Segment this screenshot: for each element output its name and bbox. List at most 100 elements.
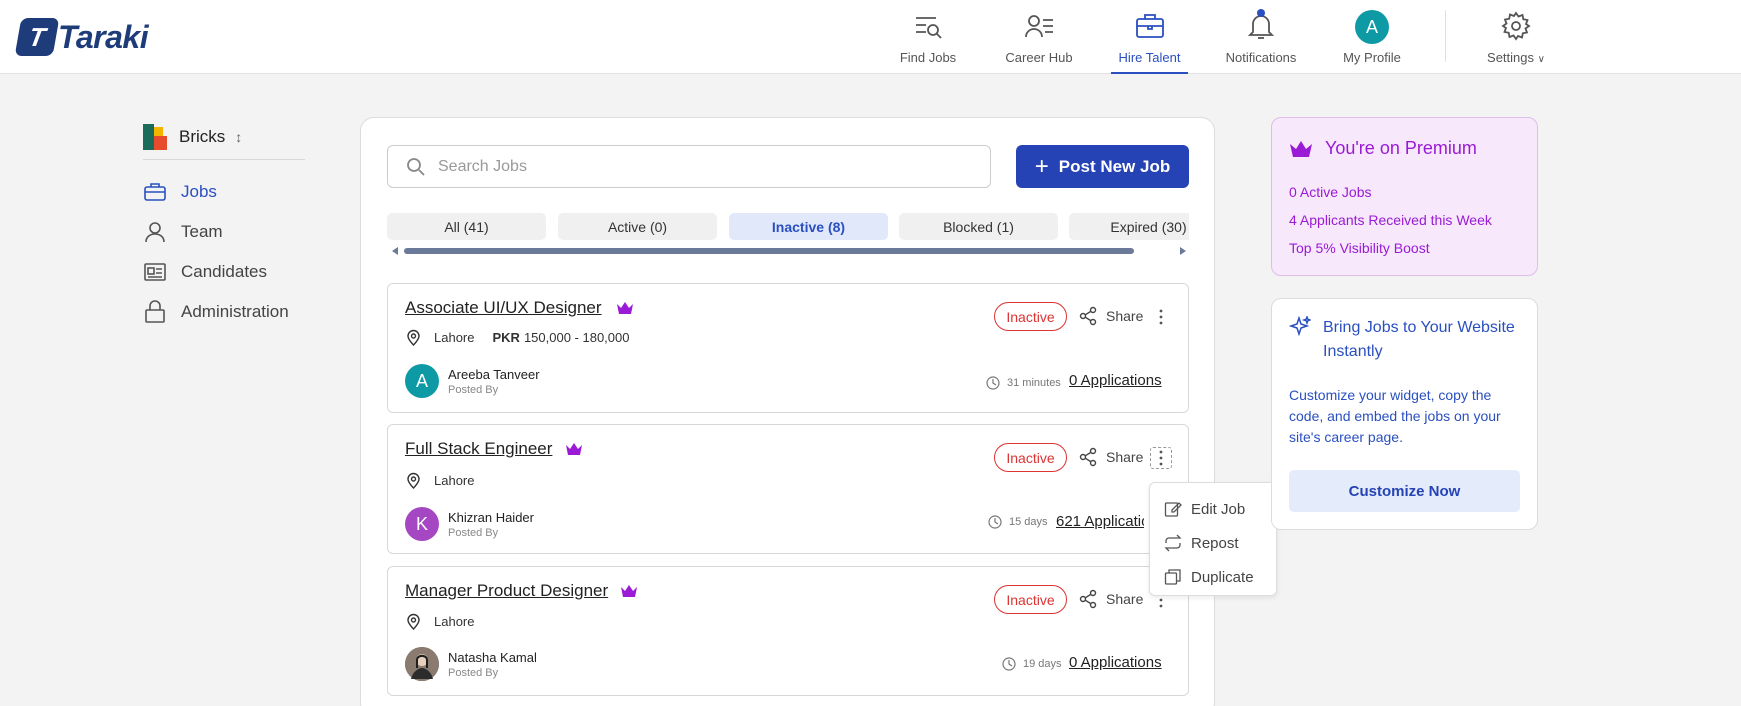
poster-sub: Posted By	[448, 526, 499, 539]
tab-expired[interactable]: Expired (30)	[1069, 213, 1189, 240]
share-button[interactable]: Share	[1078, 306, 1143, 326]
job-card[interactable]: Full Stack Engineer Lahore K Khizran Hai…	[387, 424, 1189, 554]
customize-now-button[interactable]: Customize Now	[1289, 470, 1520, 512]
job-card[interactable]: Manager Product Designer Lahore Natasha …	[387, 566, 1189, 696]
location-pin-icon	[407, 613, 420, 630]
job-location: Lahore	[405, 472, 474, 489]
status-badge: Inactive	[994, 302, 1067, 331]
taraki-logo[interactable]: T Taraki	[14, 18, 149, 56]
logo-text: Taraki	[58, 18, 149, 55]
status-badge: Inactive	[994, 443, 1067, 472]
briefcase-icon	[1135, 14, 1164, 38]
nav-label: Notifications	[1225, 50, 1297, 65]
avatar: K	[405, 507, 439, 541]
premium-stat: 0 Active Jobs	[1289, 184, 1372, 200]
menu-item-edit-job[interactable]: Edit Job	[1150, 492, 1276, 526]
org-name: Bricks	[179, 126, 226, 146]
nav-my-profile[interactable]: A My Profile	[1340, 0, 1404, 74]
avatar: A	[405, 364, 439, 398]
profile-avatar: A	[1355, 10, 1389, 44]
crown-icon	[621, 585, 637, 597]
share-button[interactable]: Share	[1078, 589, 1143, 609]
scrollbar-thumb[interactable]	[404, 248, 1134, 254]
sidebar-item-jobs[interactable]: Jobs	[143, 172, 305, 212]
crown-icon	[1290, 140, 1312, 157]
posted-time: 19 days	[1002, 657, 1062, 671]
poster-name: Natasha Kamal	[448, 649, 537, 665]
briefcase-icon	[144, 183, 166, 201]
nav-hire-talent[interactable]: Hire Talent	[1111, 0, 1188, 74]
applications-link[interactable]: 0 Applications	[1069, 654, 1162, 671]
tab-all[interactable]: All (41)	[387, 213, 546, 240]
tabs-scrollbar[interactable]	[387, 245, 1189, 255]
scroll-left-icon[interactable]	[392, 247, 398, 255]
tab-blocked[interactable]: Blocked (1)	[899, 213, 1058, 240]
location-pin-icon	[407, 329, 420, 346]
nav-divider	[1445, 10, 1446, 62]
job-card[interactable]: Associate UI/UX Designer Lahore PKR 150,0…	[387, 283, 1189, 413]
tab-active[interactable]: Active (0)	[558, 213, 717, 240]
more-options-button[interactable]	[1150, 306, 1172, 328]
sidebar-item-label: Administration	[181, 302, 289, 321]
job-location: Lahore	[405, 613, 474, 630]
widget-panel: Bring Jobs to Your Website Instantly Cus…	[1271, 298, 1538, 530]
applications-link[interactable]: 621 Applications	[1056, 513, 1144, 530]
search-box[interactable]	[387, 145, 991, 188]
scroll-right-icon[interactable]	[1180, 247, 1186, 255]
widget-header: Bring Jobs to Your Website Instantly	[1289, 316, 1523, 364]
sidebar: Bricks ↕ Jobs Team Candidates Administra…	[143, 118, 305, 332]
kebab-icon	[1159, 450, 1163, 466]
menu-item-repost[interactable]: Repost	[1150, 526, 1276, 560]
search-icon	[407, 157, 425, 176]
poster-sub: Posted By	[448, 383, 499, 396]
job-title[interactable]: Manager Product Designer	[405, 581, 608, 601]
posted-by: Natasha Kamal Posted By	[405, 647, 537, 681]
status-badge: Inactive	[994, 585, 1067, 614]
career-hub-icon	[1025, 15, 1053, 38]
sidebar-item-label: Jobs	[181, 182, 217, 201]
org-switcher[interactable]: Bricks ↕	[143, 118, 305, 160]
menu-item-duplicate[interactable]: Duplicate	[1150, 560, 1276, 594]
location-pin-icon	[407, 472, 420, 489]
nav-notifications[interactable]: Notifications	[1222, 0, 1300, 74]
poster-name: Khizran Haider	[448, 509, 534, 525]
id-card-icon	[144, 263, 166, 281]
clock-icon	[988, 515, 1002, 529]
share-icon	[1079, 306, 1097, 326]
post-new-job-button[interactable]: + Post New Job	[1016, 145, 1189, 188]
crown-icon	[617, 302, 633, 314]
nav-label: Hire Talent	[1118, 50, 1181, 65]
sidebar-item-administration[interactable]: Administration	[143, 292, 305, 332]
tab-inactive[interactable]: Inactive (8)	[729, 213, 888, 240]
job-options-menu: Edit Job Repost Duplicate	[1149, 482, 1277, 596]
job-salary: PKR 150,000 - 180,000	[492, 330, 630, 345]
status-tabs: All (41) Active (0) Inactive (8) Blocked…	[387, 213, 1189, 240]
find-jobs-icon	[916, 17, 942, 39]
sort-icon[interactable]: ↕	[235, 129, 242, 145]
more-options-button[interactable]	[1150, 447, 1172, 469]
nav-settings[interactable]: Settings ∨	[1484, 0, 1548, 74]
nav-label: Career Hub	[1005, 50, 1073, 65]
logo-mark: T	[14, 18, 60, 56]
repost-icon	[1164, 534, 1182, 552]
share-button[interactable]: Share	[1078, 447, 1143, 467]
search-input[interactable]	[438, 157, 958, 176]
poster-name: Areeba Tanveer	[448, 366, 540, 382]
nav-label: Settings ∨	[1487, 50, 1545, 65]
job-title[interactable]: Full Stack Engineer	[405, 439, 552, 459]
nav-career-hub[interactable]: Career Hub	[1000, 0, 1078, 74]
applications-link[interactable]: 0 Applications	[1069, 372, 1162, 389]
job-title[interactable]: Associate UI/UX Designer	[405, 298, 602, 318]
duplicate-icon	[1164, 569, 1181, 585]
sidebar-item-team[interactable]: Team	[143, 212, 305, 252]
jobs-panel: + Post New Job All (41) Active (0) Inact…	[360, 117, 1215, 706]
org-logo-icon	[143, 123, 169, 150]
nav-find-jobs[interactable]: Find Jobs	[893, 0, 963, 74]
clock-icon	[986, 376, 1000, 390]
nav-label: Find Jobs	[899, 50, 957, 65]
sidebar-item-candidates[interactable]: Candidates	[143, 252, 305, 292]
sparkle-icon	[1289, 316, 1311, 337]
plus-icon: +	[1034, 152, 1049, 180]
share-icon	[1079, 447, 1097, 467]
posted-by: A Areeba Tanveer Posted By	[405, 364, 540, 398]
